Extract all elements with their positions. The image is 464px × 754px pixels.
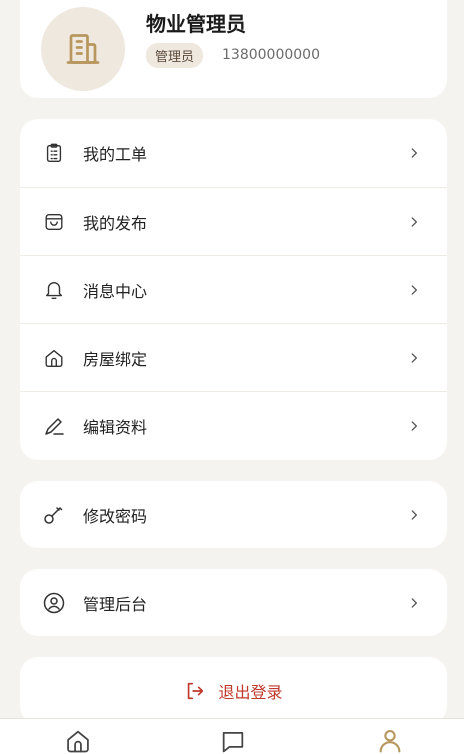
tab-home[interactable]	[61, 727, 95, 754]
tab-bar	[0, 718, 464, 754]
menu-item-label: 管理后台	[83, 594, 148, 614]
tab-messages[interactable]	[216, 727, 250, 754]
chevron-right-icon	[411, 148, 417, 158]
admin-card: 管理后台	[20, 569, 447, 636]
menu-item-label: 房屋绑定	[83, 349, 148, 369]
chevron-right-icon	[411, 597, 417, 608]
key-icon	[41, 502, 67, 528]
tab-profile[interactable]	[373, 727, 407, 754]
phone-number: 13800000000	[222, 47, 320, 63]
role-badge: 管理员	[146, 43, 204, 68]
chevron-right-icon	[411, 420, 417, 431]
menu-item-label: 消息中心	[83, 281, 148, 301]
logout-icon	[188, 682, 204, 699]
message-icon	[222, 731, 244, 753]
profile-card: 物业管理员 管理员 13800000000	[20, 0, 447, 98]
security-card: 修改密码	[20, 481, 447, 548]
user-circle-icon	[41, 590, 67, 616]
menu-item-edit-profile[interactable]: 编辑资料	[20, 391, 447, 459]
logout-label: 退出登录	[218, 682, 283, 702]
menu-item-my-posts[interactable]: 我的发布	[20, 187, 447, 255]
menu-card: 我的工单 我的发布 消息中心 房屋绑定 编辑资料	[20, 119, 447, 460]
avatar[interactable]	[41, 7, 125, 91]
chevron-right-icon	[411, 216, 417, 227]
home-icon	[41, 345, 67, 371]
chevron-right-icon	[411, 284, 417, 295]
chevron-right-icon	[411, 509, 417, 520]
menu-item-label: 修改密码	[83, 506, 148, 526]
pen-icon	[41, 413, 67, 439]
menu-item-house-binding[interactable]: 房屋绑定	[20, 323, 447, 391]
menu-item-label: 我的发布	[83, 213, 148, 233]
home-icon	[67, 730, 89, 753]
menu-item-label: 我的工单	[83, 145, 148, 164]
menu-item-label: 编辑资料	[83, 417, 148, 437]
bell-icon	[41, 277, 67, 303]
bag-icon	[41, 209, 67, 235]
profile-name: 物业管理员	[146, 12, 246, 36]
user-icon	[379, 730, 401, 753]
logout-card: 退出登录	[20, 657, 447, 724]
menu-item-messages[interactable]: 消息中心	[20, 255, 447, 323]
menu-item-change-password[interactable]: 修改密码	[20, 481, 447, 548]
menu-item-admin-console[interactable]: 管理后台	[20, 569, 447, 636]
menu-item-work-orders[interactable]: 我的工单	[20, 119, 447, 187]
building-icon	[66, 34, 100, 64]
clipboard-icon	[41, 140, 67, 166]
logout-button[interactable]: 退出登录	[20, 657, 447, 724]
chevron-right-icon	[411, 352, 417, 363]
